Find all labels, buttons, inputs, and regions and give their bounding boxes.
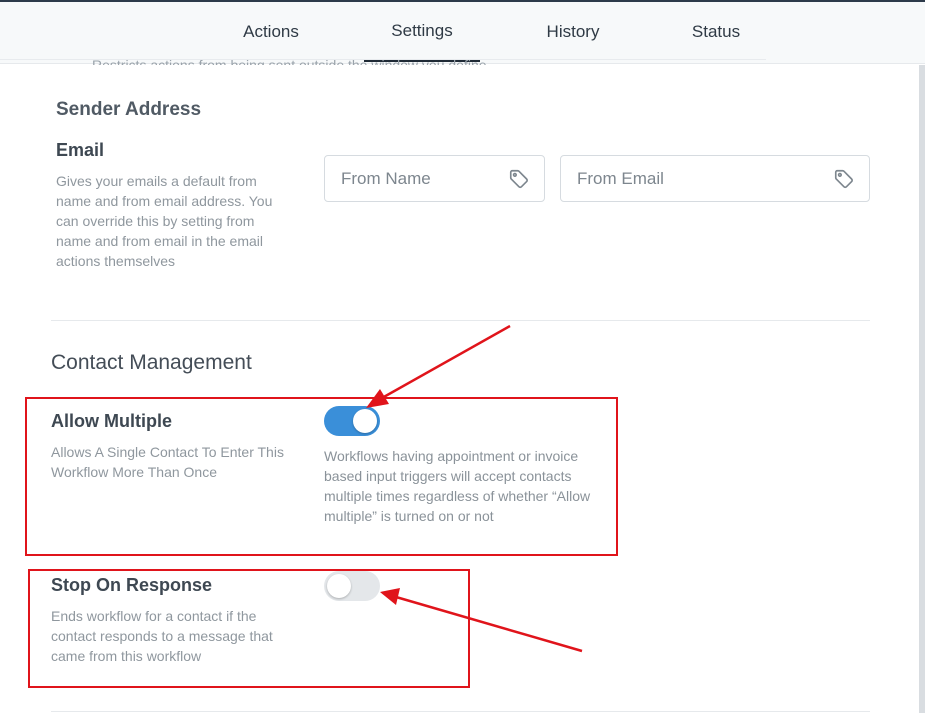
toggle-knob bbox=[353, 409, 377, 433]
stop-on-response-description: Ends workflow for a contact if the conta… bbox=[51, 608, 273, 664]
email-label: Email bbox=[56, 140, 105, 160]
tab-history[interactable]: History bbox=[535, 2, 611, 62]
allow-multiple-description: Allows A Single Contact To Enter This Wo… bbox=[51, 444, 284, 480]
from-name-placeholder: From Name bbox=[341, 168, 431, 188]
from-name-input[interactable]: From Name bbox=[324, 155, 545, 202]
tag-icon[interactable] bbox=[833, 168, 855, 190]
toggle-knob bbox=[327, 574, 351, 598]
from-email-input[interactable]: From Email bbox=[560, 155, 870, 202]
stop-on-response-toggle[interactable] bbox=[324, 571, 380, 601]
scrolled-description: Restricts actions from being sent outsid… bbox=[92, 57, 491, 65]
sender-address-heading: Sender Address bbox=[56, 99, 202, 120]
allow-multiple-label: Allow Multiple bbox=[51, 411, 172, 431]
tab-status[interactable]: Status bbox=[680, 2, 752, 62]
email-description: Gives your emails a default from name an… bbox=[56, 173, 273, 269]
contact-management-heading: Contact Management bbox=[51, 351, 252, 374]
from-email-placeholder: From Email bbox=[577, 168, 664, 188]
arrow-to-stop-on-response-toggle bbox=[380, 588, 583, 653]
allow-multiple-note: Workflows having appointment or invoice … bbox=[324, 448, 591, 524]
allow-multiple-toggle[interactable] bbox=[324, 406, 380, 436]
stop-on-response-label: Stop On Response bbox=[51, 575, 213, 595]
section-divider bbox=[51, 320, 870, 321]
section-divider bbox=[51, 711, 870, 712]
scrollbar-thumb[interactable] bbox=[919, 65, 925, 713]
arrow-to-allow-multiple-toggle bbox=[366, 324, 511, 408]
tag-icon[interactable] bbox=[508, 168, 530, 190]
